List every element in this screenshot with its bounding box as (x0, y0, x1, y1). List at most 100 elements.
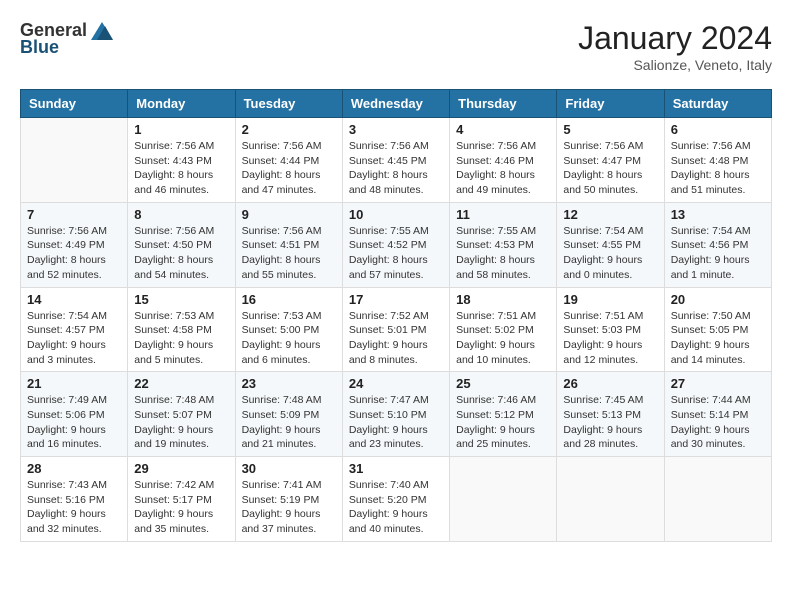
calendar-cell: 20 Sunrise: 7:50 AMSunset: 5:05 PMDayligh… (664, 287, 771, 372)
day-number: 27 (671, 376, 765, 391)
day-info: Sunrise: 7:56 AMSunset: 4:45 PMDaylight:… (349, 139, 443, 198)
day-number: 4 (456, 122, 550, 137)
calendar-week-4: 21Sunrise: 7:49 AMSunset: 5:06 PMDayligh… (21, 372, 772, 457)
weekday-header-wednesday: Wednesday (342, 90, 449, 118)
day-info: Sunrise: 7:56 AMSunset: 4:44 PMDaylight:… (242, 139, 336, 198)
calendar-cell: 15Sunrise: 7:53 AMSunset: 4:58 PMDayligh… (128, 287, 235, 372)
day-number: 9 (242, 207, 336, 222)
day-number: 8 (134, 207, 228, 222)
day-info: Sunrise: 7:55 AMSunset: 4:52 PMDaylight:… (349, 224, 443, 283)
calendar-cell (664, 457, 771, 542)
calendar-cell: 13Sunrise: 7:54 AMSunset: 4:56 PMDayligh… (664, 202, 771, 287)
day-info: Sunrise: 7:41 AMSunset: 5:19 PMDaylight:… (242, 478, 336, 537)
day-info: Sunrise: 7:54 AMSunset: 4:56 PMDaylight:… (671, 224, 765, 283)
calendar-cell: 30 Sunrise: 7:41 AMSunset: 5:19 PMDayligh… (235, 457, 342, 542)
weekday-header-row: SundayMondayTuesdayWednesdayThursdayFrid… (21, 90, 772, 118)
calendar-cell: 21Sunrise: 7:49 AMSunset: 5:06 PMDayligh… (21, 372, 128, 457)
calendar-cell: 18 Sunrise: 7:51 AMSunset: 5:02 PMDayligh… (450, 287, 557, 372)
logo-blue-text: Blue (20, 37, 59, 58)
day-number: 22 (134, 376, 228, 391)
day-number: 5 (563, 122, 657, 137)
day-info: Sunrise: 7:44 AMSunset: 5:14 PMDaylight:… (671, 393, 765, 452)
day-number: 20 (671, 292, 765, 307)
day-number: 26 (563, 376, 657, 391)
calendar-cell: 31 Sunrise: 7:40 AMSunset: 5:20 PMDayligh… (342, 457, 449, 542)
day-info: Sunrise: 7:53 AMSunset: 5:00 PMDaylight:… (242, 309, 336, 368)
weekday-header-friday: Friday (557, 90, 664, 118)
weekday-header-monday: Monday (128, 90, 235, 118)
page-header: General Blue January 2024 Salionze, Vene… (20, 20, 772, 73)
calendar-cell: 29Sunrise: 7:42 AMSunset: 5:17 PMDayligh… (128, 457, 235, 542)
day-number: 18 (456, 292, 550, 307)
logo-icon (91, 22, 113, 40)
calendar-week-5: 28Sunrise: 7:43 AMSunset: 5:16 PMDayligh… (21, 457, 772, 542)
day-number: 7 (27, 207, 121, 222)
day-number: 6 (671, 122, 765, 137)
day-info: Sunrise: 7:52 AMSunset: 5:01 PMDaylight:… (349, 309, 443, 368)
calendar-cell: 9Sunrise: 7:56 AMSunset: 4:51 PMDaylight… (235, 202, 342, 287)
day-number: 21 (27, 376, 121, 391)
day-number: 23 (242, 376, 336, 391)
day-info: Sunrise: 7:56 AMSunset: 4:47 PMDaylight:… (563, 139, 657, 198)
day-info: Sunrise: 7:47 AMSunset: 5:10 PMDaylight:… (349, 393, 443, 452)
calendar-cell: 24Sunrise: 7:47 AMSunset: 5:10 PMDayligh… (342, 372, 449, 457)
calendar-cell: 25 Sunrise: 7:46 AMSunset: 5:12 PMDayligh… (450, 372, 557, 457)
calendar-cell: 12 Sunrise: 7:54 AMSunset: 4:55 PMDayligh… (557, 202, 664, 287)
day-info: Sunrise: 7:50 AMSunset: 5:05 PMDaylight:… (671, 309, 765, 368)
day-info: Sunrise: 7:46 AMSunset: 5:12 PMDaylight:… (456, 393, 550, 452)
weekday-header-tuesday: Tuesday (235, 90, 342, 118)
day-info: Sunrise: 7:56 AMSunset: 4:48 PMDaylight:… (671, 139, 765, 198)
calendar-cell: 7 Sunrise: 7:56 AMSunset: 4:49 PMDaylight… (21, 202, 128, 287)
calendar-cell: 26 Sunrise: 7:45 AMSunset: 5:13 PMDayligh… (557, 372, 664, 457)
weekday-header-thursday: Thursday (450, 90, 557, 118)
calendar-cell: 11Sunrise: 7:55 AMSunset: 4:53 PMDayligh… (450, 202, 557, 287)
calendar-header: SundayMondayTuesdayWednesdayThursdayFrid… (21, 90, 772, 118)
calendar-cell: 27 Sunrise: 7:44 AMSunset: 5:14 PMDayligh… (664, 372, 771, 457)
logo: General Blue (20, 20, 113, 58)
location-subtitle: Salionze, Veneto, Italy (578, 57, 772, 73)
day-number: 11 (456, 207, 550, 222)
calendar-cell: 1 Sunrise: 7:56 AMSunset: 4:43 PMDaylight… (128, 118, 235, 203)
day-info: Sunrise: 7:56 AMSunset: 4:50 PMDaylight:… (134, 224, 228, 283)
calendar-table: SundayMondayTuesdayWednesdayThursdayFrid… (20, 89, 772, 542)
day-info: Sunrise: 7:56 AMSunset: 4:46 PMDaylight:… (456, 139, 550, 198)
calendar-week-2: 7 Sunrise: 7:56 AMSunset: 4:49 PMDaylight… (21, 202, 772, 287)
day-info: Sunrise: 7:54 AMSunset: 4:55 PMDaylight:… (563, 224, 657, 283)
calendar-cell: 8 Sunrise: 7:56 AMSunset: 4:50 PMDaylight… (128, 202, 235, 287)
day-number: 28 (27, 461, 121, 476)
day-info: Sunrise: 7:56 AMSunset: 4:43 PMDaylight:… (134, 139, 228, 198)
day-info: Sunrise: 7:40 AMSunset: 5:20 PMDaylight:… (349, 478, 443, 537)
calendar-cell: 22Sunrise: 7:48 AMSunset: 5:07 PMDayligh… (128, 372, 235, 457)
day-number: 14 (27, 292, 121, 307)
day-number: 31 (349, 461, 443, 476)
calendar-cell: 6 Sunrise: 7:56 AMSunset: 4:48 PMDaylight… (664, 118, 771, 203)
day-info: Sunrise: 7:56 AMSunset: 4:49 PMDaylight:… (27, 224, 121, 283)
month-year-title: January 2024 (578, 20, 772, 57)
day-number: 1 (134, 122, 228, 137)
day-number: 17 (349, 292, 443, 307)
calendar-cell: 17 Sunrise: 7:52 AMSunset: 5:01 PMDayligh… (342, 287, 449, 372)
calendar-week-3: 14Sunrise: 7:54 AMSunset: 4:57 PMDayligh… (21, 287, 772, 372)
day-info: Sunrise: 7:45 AMSunset: 5:13 PMDaylight:… (563, 393, 657, 452)
day-number: 29 (134, 461, 228, 476)
calendar-cell: 19Sunrise: 7:51 AMSunset: 5:03 PMDayligh… (557, 287, 664, 372)
calendar-cell (21, 118, 128, 203)
day-info: Sunrise: 7:48 AMSunset: 5:09 PMDaylight:… (242, 393, 336, 452)
calendar-body: 1 Sunrise: 7:56 AMSunset: 4:43 PMDaylight… (21, 118, 772, 542)
calendar-cell: 10 Sunrise: 7:55 AMSunset: 4:52 PMDayligh… (342, 202, 449, 287)
day-number: 12 (563, 207, 657, 222)
calendar-cell: 14Sunrise: 7:54 AMSunset: 4:57 PMDayligh… (21, 287, 128, 372)
calendar-cell: 23 Sunrise: 7:48 AMSunset: 5:09 PMDayligh… (235, 372, 342, 457)
calendar-cell: 4 Sunrise: 7:56 AMSunset: 4:46 PMDaylight… (450, 118, 557, 203)
calendar-cell: 5 Sunrise: 7:56 AMSunset: 4:47 PMDaylight… (557, 118, 664, 203)
day-info: Sunrise: 7:51 AMSunset: 5:03 PMDaylight:… (563, 309, 657, 368)
day-number: 3 (349, 122, 443, 137)
day-number: 30 (242, 461, 336, 476)
day-number: 16 (242, 292, 336, 307)
day-number: 2 (242, 122, 336, 137)
calendar-cell: 16 Sunrise: 7:53 AMSunset: 5:00 PMDayligh… (235, 287, 342, 372)
day-number: 25 (456, 376, 550, 391)
weekday-header-sunday: Sunday (21, 90, 128, 118)
day-number: 10 (349, 207, 443, 222)
day-info: Sunrise: 7:51 AMSunset: 5:02 PMDaylight:… (456, 309, 550, 368)
